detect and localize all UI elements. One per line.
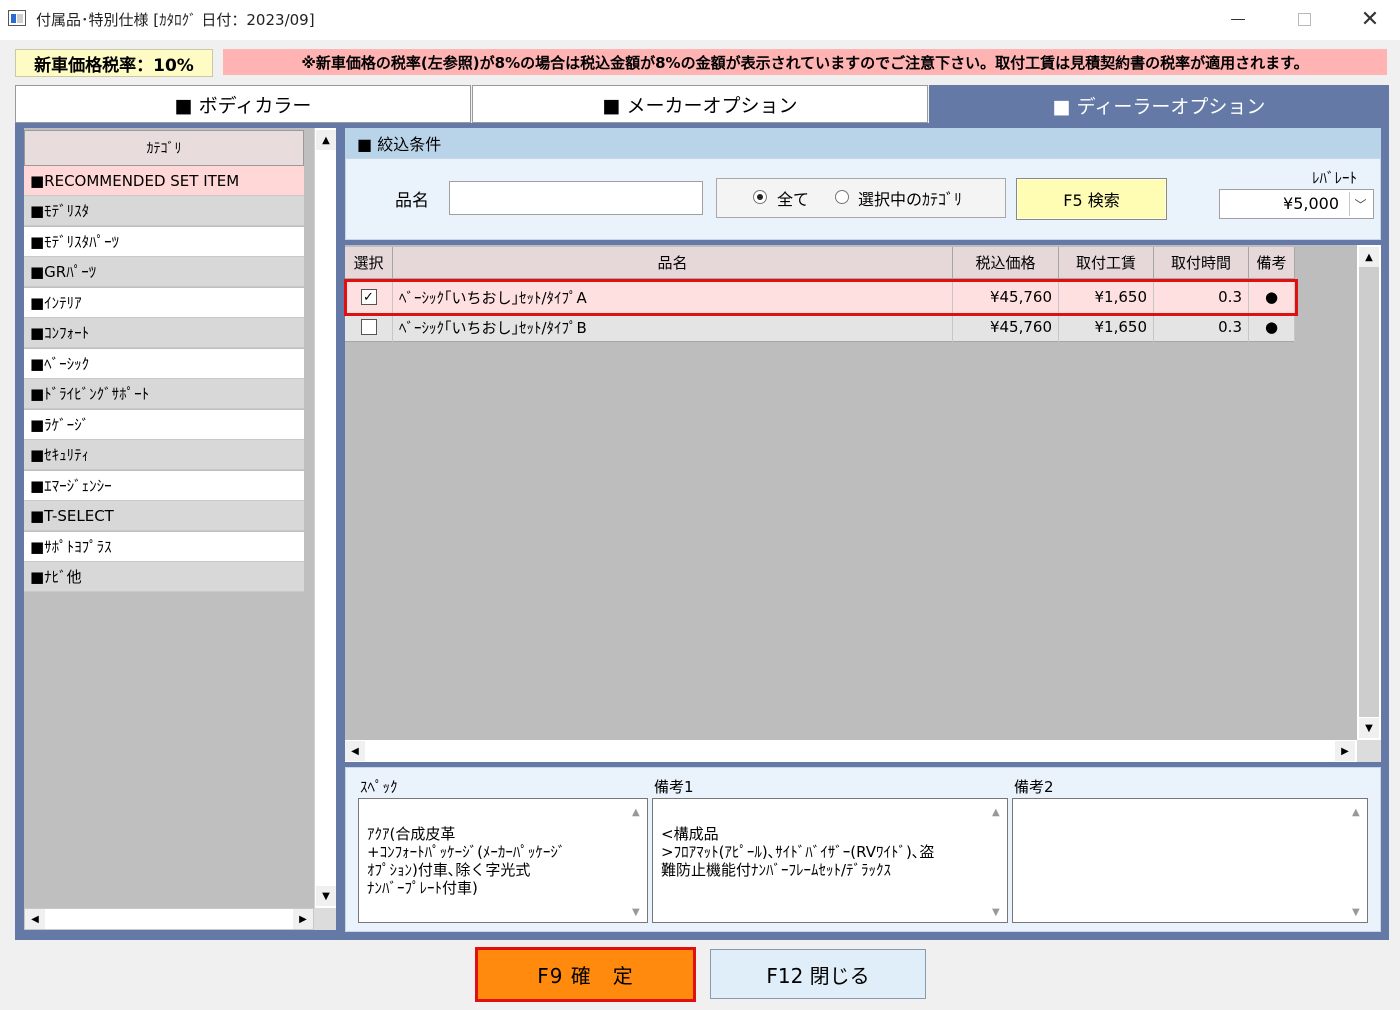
grid-horizontal-scrollbar[interactable]: ◀ ▶ bbox=[345, 740, 1357, 762]
scroll-down-icon[interactable]: ▼ bbox=[1359, 718, 1379, 738]
details-panel: ｽﾍﾟｯｸ 備考1 備考2 ｱｸｱ(合成皮革 +ｺﾝﾌｫｰﾄﾊﾟｯｹｰｼﾞ(ﾒｰ… bbox=[345, 767, 1381, 932]
scroll-up-icon[interactable]: ▲ bbox=[316, 130, 336, 150]
note1-label: 備考1 bbox=[654, 778, 694, 796]
maximize-button[interactable] bbox=[1281, 4, 1327, 34]
price-cell: ¥45,760 bbox=[953, 312, 1059, 342]
close-window-button[interactable]: ✕ bbox=[1347, 4, 1393, 34]
category-item-navi-other[interactable]: ■ﾅﾋﾞ他 bbox=[24, 562, 304, 592]
price-cell: ¥45,760 bbox=[953, 282, 1059, 312]
category-item-support-toyo-plus[interactable]: ■ｻﾎﾟﾄﾖﾌﾟﾗｽ bbox=[24, 532, 304, 562]
app-icon bbox=[8, 10, 26, 26]
radio-selected-category-label[interactable]: 選択中のｶﾃｺﾞﾘ bbox=[858, 186, 962, 210]
table-row[interactable]: ✓ ﾍﾞｰｼｯｸ｢いちおし｣ｾｯﾄ/ﾀｲﾌﾟA ¥45,760 ¥1,650 0… bbox=[345, 282, 1295, 312]
maximize-icon bbox=[1297, 12, 1311, 26]
lever-rate-select[interactable]: ¥5,000 ﹀ bbox=[1219, 189, 1374, 219]
category-item-luggage[interactable]: ■ﾗｹﾞｰｼﾞ bbox=[24, 410, 304, 440]
time-cell: 0.3 bbox=[1154, 312, 1249, 342]
scroll-left-icon[interactable]: ◀ bbox=[25, 909, 45, 929]
column-header-labor: 取付工賃 bbox=[1059, 247, 1154, 279]
note-cell: ● bbox=[1249, 282, 1295, 312]
minimize-button[interactable] bbox=[1215, 4, 1261, 34]
column-header-note: 備考 bbox=[1249, 247, 1295, 279]
close-button[interactable]: F12 閉じる bbox=[710, 949, 926, 999]
spec-label: ｽﾍﾟｯｸ bbox=[360, 778, 398, 796]
scrollbar-corner bbox=[1357, 740, 1381, 762]
close-icon: ✕ bbox=[1360, 6, 1380, 32]
confirm-button[interactable]: F9 確 定 bbox=[475, 947, 696, 1002]
name-input[interactable] bbox=[449, 181, 703, 215]
item-name-cell: ﾍﾞｰｼｯｸ｢いちおし｣ｾｯﾄ/ﾀｲﾌﾟA bbox=[393, 282, 953, 312]
category-item-gr-parts[interactable]: ■GRﾊﾟｰﾂ bbox=[24, 257, 304, 287]
note-cell: ● bbox=[1249, 312, 1295, 342]
note1-text: <構成品 >ﾌﾛｱﾏｯﾄ(ｱﾋﾟｰﾙ)､ｻｲﾄﾞﾊﾞｲｻﾞｰ(RVﾜｲﾄﾞ)､盗… bbox=[661, 825, 935, 879]
minimize-icon bbox=[1231, 18, 1245, 20]
row-select-cell[interactable]: ✓ bbox=[345, 282, 393, 312]
tax-notice: ※新車価格の税率(左参照)が8%の場合は税込金額が8%の金額が表示されていますの… bbox=[223, 49, 1387, 75]
category-item-recommended[interactable]: ■RECOMMENDED SET ITEM bbox=[24, 166, 304, 196]
spec-textbox[interactable]: ｱｸｱ(合成皮革 +ｺﾝﾌｫｰﾄﾊﾟｯｹｰｼﾞ(ﾒｰｶｰﾊﾟｯｹｰｼﾞ ｵﾌﾟｼ… bbox=[358, 798, 648, 923]
category-item-emergency[interactable]: ■ｴﾏｰｼﾞｪﾝｼｰ bbox=[24, 471, 304, 501]
radio-selected-category[interactable] bbox=[835, 190, 849, 204]
category-item-t-select[interactable]: ■T-SELECT bbox=[24, 501, 304, 531]
scroll-up-icon[interactable]: ▲ bbox=[1359, 247, 1379, 267]
category-header: ｶﾃｺﾞﾘ bbox=[24, 130, 304, 166]
scroll-left-icon[interactable]: ◀ bbox=[345, 741, 365, 761]
scrollbar-thumb[interactable] bbox=[1359, 267, 1379, 717]
grid-vertical-scrollbar[interactable]: ▲ ▼ bbox=[1357, 245, 1381, 740]
category-item-modellista[interactable]: ■ﾓﾃﾞﾘｽﾀ bbox=[24, 196, 304, 226]
item-name-cell: ﾍﾞｰｼｯｸ｢いちおし｣ｾｯﾄ/ﾀｲﾌﾟB bbox=[393, 312, 953, 342]
column-header-time: 取付時間 bbox=[1154, 247, 1249, 279]
radio-all-label[interactable]: 全て bbox=[777, 186, 809, 210]
tax-rate-label: 新車価格税率：10% bbox=[15, 49, 213, 77]
category-item-driving-support[interactable]: ■ﾄﾞﾗｲﾋﾞﾝｸﾞｻﾎﾟｰﾄ bbox=[24, 379, 304, 409]
spec-text: ｱｸｱ(合成皮革 +ｺﾝﾌｫｰﾄﾊﾟｯｹｰｼﾞ(ﾒｰｶｰﾊﾟｯｹｰｼﾞ ｵﾌﾟｼ… bbox=[367, 825, 566, 897]
tab-dealer-option[interactable]: ■ ディーラーオプション bbox=[929, 85, 1389, 125]
chevron-down-icon[interactable]: ﹀ bbox=[1349, 192, 1371, 216]
lever-rate-label: ﾚﾊﾞﾚｰﾄ bbox=[1312, 169, 1358, 187]
name-label: 品名 bbox=[395, 191, 429, 211]
window-title: 付属品･特別仕様 [ｶﾀﾛｸﾞ 日付：2023/09] bbox=[36, 11, 315, 29]
spec-scrollbar[interactable]: ▲ ▼ bbox=[628, 800, 646, 921]
category-item-interior[interactable]: ■ｲﾝﾃﾘｱ bbox=[24, 288, 304, 318]
filter-header: ■ 絞込条件 bbox=[345, 128, 1381, 158]
time-cell: 0.3 bbox=[1154, 282, 1249, 312]
row-select-cell[interactable] bbox=[345, 312, 393, 342]
labor-cell: ¥1,650 bbox=[1059, 282, 1154, 312]
category-item-modellista-parts[interactable]: ■ﾓﾃﾞﾘｽﾀﾊﾟｰﾂ bbox=[24, 227, 304, 257]
column-header-name: 品名 bbox=[393, 247, 953, 279]
radio-all[interactable] bbox=[753, 190, 767, 204]
category-vertical-scrollbar[interactable]: ▲ ▼ bbox=[314, 128, 336, 908]
category-item-comfort[interactable]: ■ｺﾝﾌｫｰﾄ bbox=[24, 318, 304, 348]
column-header-select: 選択 bbox=[345, 247, 393, 279]
search-button[interactable]: F5 検索 bbox=[1016, 178, 1167, 220]
row-checkbox[interactable] bbox=[360, 319, 377, 335]
category-panel: ｶﾃｺﾞﾘ ■RECOMMENDED SET ITEM ■ﾓﾃﾞﾘｽﾀ ■ﾓﾃﾞ… bbox=[24, 128, 314, 908]
category-item-security[interactable]: ■ｾｷｭﾘﾃｨ bbox=[24, 440, 304, 470]
category-horizontal-scrollbar[interactable]: ◀ ▶ bbox=[24, 908, 314, 930]
table-row[interactable]: ﾍﾞｰｼｯｸ｢いちおし｣ｾｯﾄ/ﾀｲﾌﾟB ¥45,760 ¥1,650 0.3… bbox=[345, 312, 1295, 342]
tab-body-color[interactable]: ■ ボディカラー bbox=[15, 85, 471, 123]
category-item-basic[interactable]: ■ﾍﾞｰｼｯｸ bbox=[24, 349, 304, 379]
note2-label: 備考2 bbox=[1014, 778, 1054, 796]
scroll-right-icon[interactable]: ▶ bbox=[1335, 741, 1355, 761]
row-checkbox[interactable]: ✓ bbox=[360, 289, 377, 305]
scope-radio-group: 全て 選択中のｶﾃｺﾞﾘ bbox=[716, 178, 1006, 218]
note1-textbox[interactable]: <構成品 >ﾌﾛｱﾏｯﾄ(ｱﾋﾟｰﾙ)､ｻｲﾄﾞﾊﾞｲｻﾞｰ(RVﾜｲﾄﾞ)､盗… bbox=[652, 798, 1008, 923]
note2-textbox[interactable]: ▲ ▼ bbox=[1012, 798, 1368, 923]
note1-scrollbar[interactable]: ▲ ▼ bbox=[988, 800, 1006, 921]
column-header-price: 税込価格 bbox=[953, 247, 1059, 279]
note2-scrollbar[interactable]: ▲ ▼ bbox=[1348, 800, 1366, 921]
tab-maker-option[interactable]: ■ メーカーオプション bbox=[472, 85, 928, 123]
results-grid: 選択 品名 税込価格 取付工賃 取付時間 備考 ✓ ﾍﾞｰｼｯｸ｢いちおし｣ｾｯ… bbox=[345, 245, 1381, 762]
scrollbar-corner bbox=[314, 908, 336, 930]
lever-rate-value: ¥5,000 bbox=[1283, 194, 1339, 213]
scroll-down-icon[interactable]: ▼ bbox=[316, 886, 336, 906]
labor-cell: ¥1,650 bbox=[1059, 312, 1154, 342]
scroll-right-icon[interactable]: ▶ bbox=[293, 909, 313, 929]
